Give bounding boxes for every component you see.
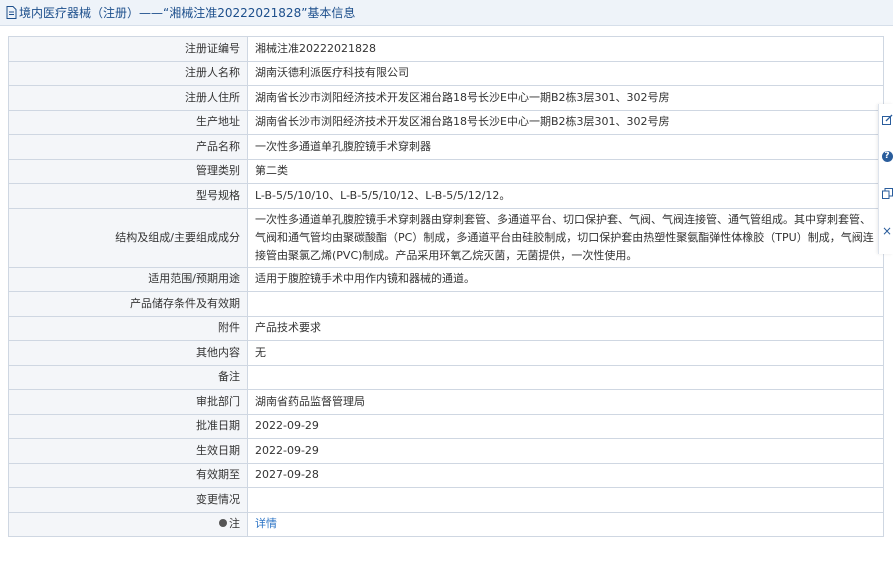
note-label-cell: 注 [8,511,248,537]
row-value: 湖南省长沙市浏阳经济技术开发区湘台路18号长沙E中心一期B2栋3层301、302… [247,85,884,111]
table-row: 其他内容无 [8,340,884,366]
table-row: 变更情况 [8,487,884,513]
table-row: 审批部门 湖南省药品监督管理局 [8,389,884,415]
table-row: 注册人名称 湖南沃德利派医疗科技有限公司 [8,60,884,86]
row-label: 注册人名称 [8,60,248,86]
row-label: 型号规格 [8,183,248,209]
table-row: 型号规格 L-B-5/5/10/10、L-B-5/5/10/12、L-B-5/5/… [8,183,884,209]
row-value [247,364,884,390]
table-row: 有效期至 2027-09-28 [8,462,884,488]
page-title: 境内医疗器械（注册）——“湘械注准20222021828”基本信息 [19,6,356,20]
table-row: 批准日期 2022-09-29 [8,413,884,439]
table-row: 注 详情 [8,511,884,537]
row-label: 附件 [8,315,248,341]
help-glyph: ? [881,150,893,162]
row-label: 生效日期 [8,438,248,464]
table-row: 管理类别 第二类 [8,158,884,184]
row-label: 适用范围/预期用途 [8,266,248,292]
row-value: 产品技术要求 [247,315,884,341]
row-value: 2022-09-29 [247,438,884,464]
row-label: 注册证编号 [8,36,248,62]
row-label: 注册人住所 [8,85,248,111]
row-label: 产品储存条件及有效期 [8,291,248,317]
row-value: 适用于腹腔镜手术中用作内镜和器械的通道。 [247,266,884,292]
row-label: 有效期至 [8,462,248,488]
table-row: 生产地址 湖南省长沙市浏阳经济技术开发区湘台路18号长沙E中心一期B2栋3层301… [8,109,884,135]
table-row: 产品名称 一次性多通道单孔腹腔镜手术穿刺器 [8,134,884,160]
note-label: 注 [229,517,240,531]
table-row: 注册人住所 湖南省长沙市浏阳经济技术开发区湘台路18号长沙E中心一期B2栋3层30… [8,85,884,111]
table-row: 产品储存条件及有效期 [8,291,884,317]
row-value: 湖南沃德利派医疗科技有限公司 [247,60,884,86]
table-row: 备注 [8,364,884,390]
row-value: 2027-09-28 [247,462,884,488]
side-toolbar: ? × [878,104,893,254]
row-label: 生产地址 [8,109,248,135]
row-value: 一次性多通道单孔腹腔镜手术穿刺器由穿刺套管、多通道平台、切口保护套、气阀、气阀连… [247,207,884,268]
close-icon[interactable]: × [881,224,893,238]
copy-icon[interactable] [881,186,893,200]
info-table: 注册证编号 湘械注准20222021828 注册人名称 湖南沃德利派医疗科技有限公司… [8,36,884,537]
table-row: 注册证编号 湘械注准20222021828 [8,36,884,62]
row-value: 2022-09-29 [247,413,884,439]
row-value [247,487,884,513]
row-label: 审批部门 [8,389,248,415]
table-row: 结构及组成/主要组成成分 一次性多通道单孔腹腔镜手术穿刺器由穿刺套管、多通道平台、… [8,207,884,268]
edit-icon[interactable] [881,112,893,126]
row-value: 湖南省长沙市浏阳经济技术开发区湘台路18号长沙E中心一期B2栋3层301、302… [247,109,884,135]
row-label: 变更情况 [8,487,248,513]
row-label: 备注 [8,364,248,390]
row-value [247,291,884,317]
row-label: 批准日期 [8,413,248,439]
row-value: L-B-5/5/10/10、L-B-5/5/10/12、L-B-5/5/12/1… [247,183,884,209]
row-label: 结构及组成/主要组成成分 [8,207,248,268]
table-row: 附件 产品技术要求 [8,315,884,341]
details-link[interactable]: 详情 [255,517,277,530]
table-row: 生效日期 2022-09-29 [8,438,884,464]
row-value: 湖南省药品监督管理局 [247,389,884,415]
row-label: 产品名称 [8,134,248,160]
page-header: 境内医疗器械（注册）——“湘械注准20222021828”基本信息 [0,0,893,26]
row-value: 一次性多通道单孔腹腔镜手术穿刺器 [247,134,884,160]
note-value-cell: 详情 [247,511,884,537]
row-label: 管理类别 [8,158,248,184]
row-label: 其他内容 [8,340,248,366]
help-icon[interactable]: ? [881,149,893,163]
document-icon [6,6,17,19]
table-row: 适用范围/预期用途 适用于腹腔镜手术中用作内镜和器械的通道。 [8,266,884,292]
pin-icon [219,519,227,528]
row-value: 无 [247,340,884,366]
row-value: 第二类 [247,158,884,184]
row-value: 湘械注准20222021828 [247,36,884,62]
